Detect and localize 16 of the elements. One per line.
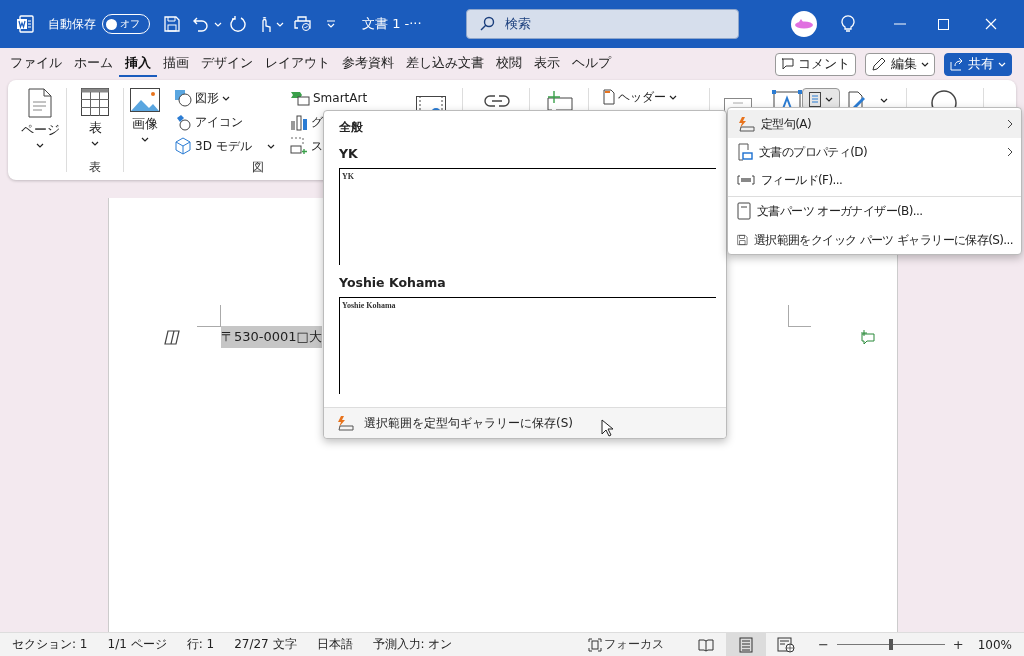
status-item: 行: 1 (186, 636, 215, 653)
window-title: 文書 1 -··· (362, 15, 423, 33)
gallery-heading: 全般 (339, 119, 364, 136)
status-item: 1/1 ページ (107, 636, 167, 653)
autosave-label: 自動保存 (48, 15, 96, 33)
entry-name: YK (339, 146, 359, 161)
group-label: 図 (252, 159, 264, 176)
group-label: 表 (89, 159, 101, 176)
status-item: 予測入力: オン (372, 636, 453, 653)
search-placeholder: 検索 (505, 15, 531, 33)
entry-name: Yoshie Kohama (339, 275, 447, 290)
zoom-level: 100% (977, 637, 1012, 652)
selected-text: 〒530-0001□大 (221, 326, 322, 348)
status-item: 27/27 文字 (234, 636, 297, 653)
status-item: セクション: 1 (12, 636, 88, 653)
status-item: 日本語 (316, 636, 353, 653)
